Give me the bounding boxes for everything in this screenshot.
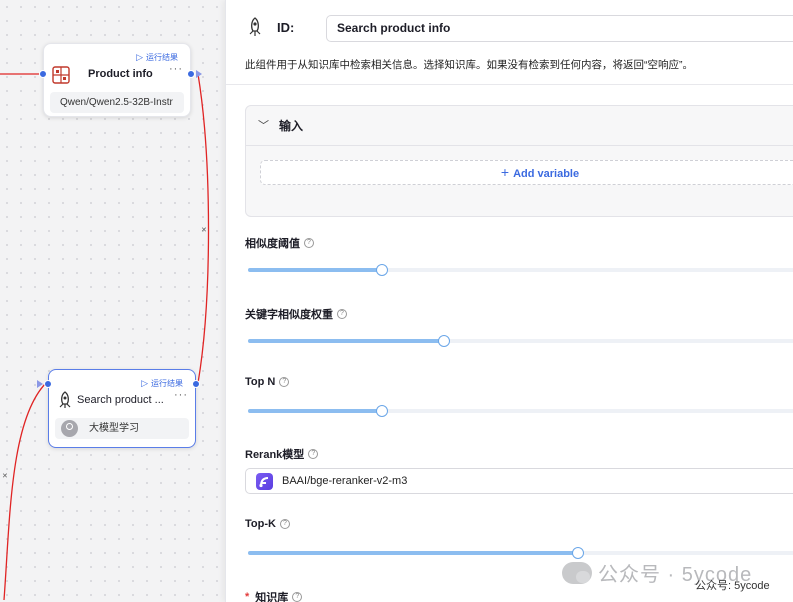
node-title: Search product ...: [77, 394, 164, 406]
similarity-threshold-label: 相似度阈值 ?: [245, 235, 314, 251]
wechat-icon: [562, 561, 592, 584]
llm-node-icon: [52, 66, 70, 84]
help-icon[interactable]: ?: [279, 519, 290, 529]
node-input-handle[interactable]: [39, 70, 47, 78]
top-n-slider[interactable]: [248, 405, 793, 417]
slider-thumb[interactable]: [438, 335, 450, 347]
node-model-name: Qwen/Qwen2.5-32B-Instr: [50, 92, 184, 113]
top-k-label: Top-K ?: [245, 518, 290, 530]
rocket-icon: [249, 17, 261, 36]
slider-fill: [248, 268, 383, 272]
help-icon[interactable]: ?: [308, 449, 319, 459]
node-title: Product info: [88, 68, 153, 80]
node-input-handle[interactable]: [44, 380, 52, 388]
model-logo-icon: [256, 473, 273, 490]
workflow-canvas[interactable]: ✕ ✕ ▷ 运行结果 Product info ··· Qwen/Qwen2.5…: [0, 0, 230, 602]
node-id-input[interactable]: Search product info: [326, 15, 793, 42]
edge-delete-icon[interactable]: ✕: [201, 226, 207, 234]
node-output-handle[interactable]: [192, 380, 200, 388]
inputs-section-header[interactable]: ﹀ 输入: [246, 106, 793, 146]
rerank-model-label: Rerank模型 ?: [245, 446, 319, 462]
chevron-down-icon[interactable]: ﹀: [258, 117, 269, 133]
rerank-model-select[interactable]: BAAI/bge-reranker-v2-m3: [245, 468, 793, 494]
connection-arrow-icon: [196, 70, 202, 78]
help-icon[interactable]: ?: [304, 238, 314, 248]
slider-thumb[interactable]: [376, 264, 389, 276]
node-output-handle[interactable]: [187, 70, 195, 78]
node-product-info[interactable]: ▷ 运行结果 Product info ··· Qwen/Qwen2.5-32B…: [43, 43, 191, 117]
component-description: 此组件用于从知识库中检索相关信息。选择知识库。如果没有检索到任何内容，将返回“空…: [245, 59, 693, 71]
knowledge-base-label: * 知识库 ?: [245, 589, 303, 602]
node-config-panel: ID: Search product info 此组件用于从知识库中检索相关信息…: [225, 0, 793, 602]
watermark-caption: 公众号: 5ycode: [695, 580, 770, 592]
play-icon: ▷: [141, 378, 148, 388]
rerank-model-value: BAAI/bge-reranker-v2-m3: [282, 475, 408, 487]
avatar-icon: [61, 420, 78, 437]
slider-fill: [248, 409, 383, 413]
node-more-icon[interactable]: ···: [169, 63, 183, 75]
keyword-weight-slider[interactable]: [248, 335, 793, 347]
id-label: ID:: [277, 20, 295, 35]
keyword-weight-label: 关键字相似度权重 ?: [245, 306, 347, 322]
edge-delete-icon[interactable]: ✕: [2, 472, 8, 480]
inputs-section-title: 输入: [279, 119, 304, 133]
top-n-label: Top N ?: [245, 376, 290, 388]
plus-icon: +: [500, 164, 510, 180]
node-knowledge-base: 大模型学习: [55, 418, 189, 439]
connection-arrow-icon: [37, 380, 43, 388]
slider-fill: [248, 339, 444, 343]
edge-incoming-retrieval: [3, 382, 47, 601]
inputs-section: ﹀ 输入 + Add variable: [245, 105, 793, 217]
node-search-product-info[interactable]: ▷ 运行结果 Search product ... ··· 大模型学习: [48, 369, 196, 448]
help-icon[interactable]: ?: [337, 309, 347, 319]
required-mark: *: [245, 591, 250, 602]
run-result-link[interactable]: ▷ 运行结果: [141, 378, 183, 389]
panel-header: ID: Search product info 此组件用于从知识库中检索相关信息…: [226, 0, 793, 85]
node-more-icon[interactable]: ···: [174, 389, 188, 401]
similarity-threshold-slider[interactable]: [248, 264, 793, 276]
help-icon[interactable]: ?: [279, 377, 290, 387]
rocket-icon: [59, 391, 71, 408]
play-icon: ▷: [136, 52, 143, 62]
slider-thumb[interactable]: [376, 405, 389, 417]
run-result-link[interactable]: ▷ 运行结果: [136, 52, 178, 63]
slider-fill: [248, 551, 579, 555]
add-variable-button[interactable]: + Add variable: [260, 160, 793, 185]
help-icon[interactable]: ?: [292, 592, 303, 602]
